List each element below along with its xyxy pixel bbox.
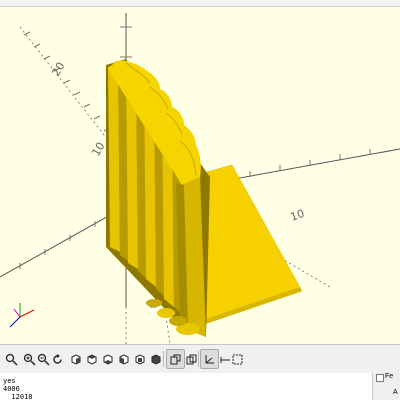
ribbed-wall xyxy=(106,59,210,337)
axis-label-20: 20 xyxy=(49,60,67,79)
console-output[interactable]: yes 4006 12018 xyxy=(0,373,372,400)
show-crosshairs-icon[interactable] xyxy=(228,349,247,369)
console-line: 4006 xyxy=(3,385,20,393)
3d-viewport[interactable]: 20 10 10 xyxy=(0,7,400,344)
window-top-edge xyxy=(0,0,400,7)
reset-view-icon[interactable] xyxy=(48,349,67,369)
panel-label-bottom: A xyxy=(393,389,398,396)
axis-label-10-x: 10 xyxy=(289,207,307,224)
features-panel: Fe A xyxy=(372,373,400,400)
axis-gizmo xyxy=(9,303,35,328)
toolbar-separator-2 xyxy=(198,351,199,367)
view-toolbar xyxy=(0,344,400,374)
zoom-all-icon[interactable] xyxy=(2,349,21,369)
axis-label-10-y: 10 xyxy=(89,140,107,159)
viewport-canvas[interactable]: 20 10 10 xyxy=(0,7,400,344)
toolbar-separator xyxy=(163,351,164,367)
panel-label-top: Fe xyxy=(385,373,394,380)
console-line: yes xyxy=(3,377,16,385)
panel-checkbox[interactable] xyxy=(376,374,384,382)
console-line: 12018 xyxy=(3,393,33,400)
